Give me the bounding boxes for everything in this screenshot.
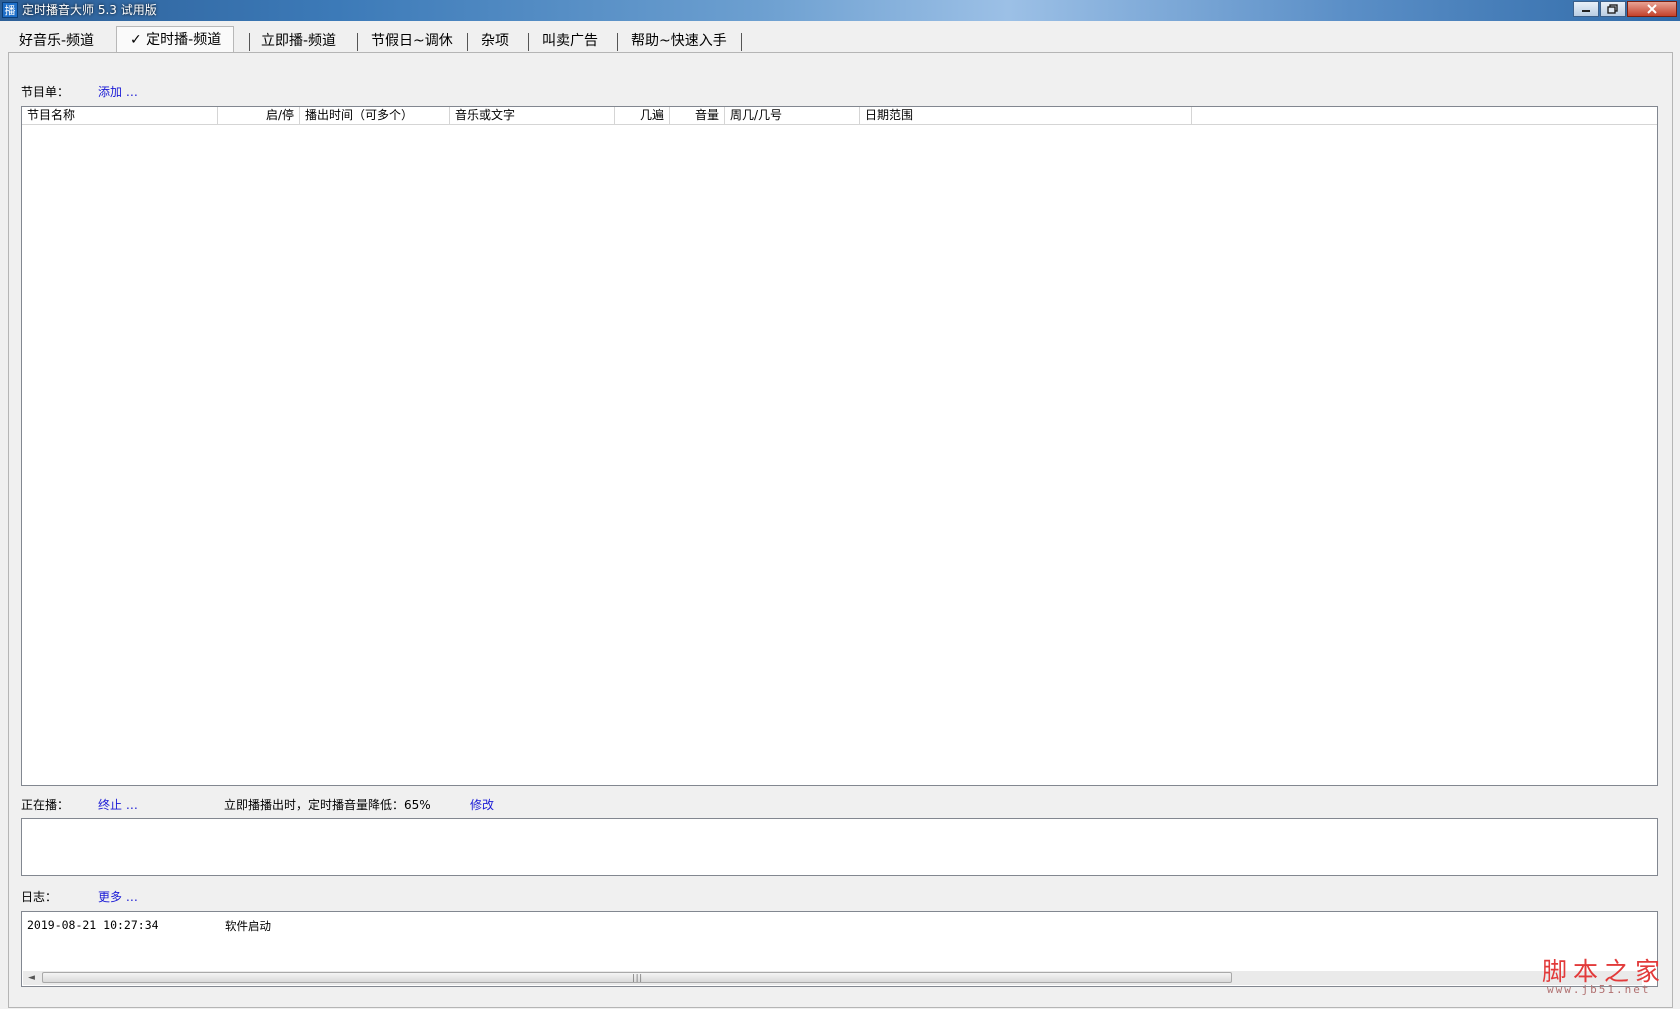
scroll-thumb[interactable]: ||| — [42, 972, 1232, 983]
column-header-volume[interactable]: 音量 — [670, 107, 725, 124]
tab-separator — [357, 33, 358, 51]
watermark-url: www.jb51.net — [1547, 983, 1651, 996]
program-list-label: 节目单： — [21, 85, 70, 99]
log-entry-message: 软件启动 — [225, 919, 271, 933]
modify-link[interactable]: 修改 — [470, 798, 494, 812]
tab-holidays[interactable]: 节假日~调休 — [371, 30, 453, 53]
log-entry-time: 2019-08-21 10:27:34 — [27, 918, 159, 932]
column-header-date-range[interactable]: 日期范围 — [860, 107, 1192, 124]
program-list[interactable]: 节目名称 启/停 播出时间（可多个） 音乐或文字 几遍 音量 周几/几号 日期范… — [21, 106, 1658, 786]
tab-strip: 好音乐-频道 ✓ 定时播-频道 立即播-频道 节假日~调休 杂项 叫卖广告 帮助… — [0, 21, 1680, 55]
tab-separator — [249, 33, 250, 51]
program-list-header: 节目名称 启/停 播出时间（可多个） 音乐或文字 几遍 音量 周几/几号 日期范… — [22, 107, 1657, 125]
tab-separator — [617, 33, 618, 51]
more-log-link[interactable]: 更多 … — [98, 890, 138, 904]
tab-good-music[interactable]: 好音乐-频道 — [19, 30, 94, 53]
tab-misc[interactable]: 杂项 — [481, 30, 509, 53]
restore-icon — [1607, 4, 1618, 14]
close-button[interactable] — [1627, 1, 1677, 17]
scroll-grip-icon: ||| — [632, 973, 644, 982]
restore-button[interactable] — [1600, 1, 1626, 17]
tab-separator — [528, 33, 529, 51]
column-header-content[interactable]: 音乐或文字 — [450, 107, 615, 124]
tab-separator — [741, 33, 742, 51]
minimize-icon — [1582, 10, 1590, 12]
add-program-link[interactable]: 添加 … — [98, 85, 138, 99]
now-playing-label: 正在播： — [21, 798, 70, 812]
title-bar: 播 定时播音大师 5.3 试用版 — [0, 0, 1680, 21]
tab-scheduled-play[interactable]: ✓ 定时播-频道 — [116, 26, 235, 55]
app-icon: 播 — [2, 2, 18, 18]
close-icon — [1647, 4, 1657, 14]
tab-ads[interactable]: 叫卖广告 — [542, 30, 598, 53]
column-header-enabled[interactable]: 启/停 — [218, 107, 300, 124]
tab-instant-play[interactable]: 立即播-频道 — [261, 30, 336, 53]
column-header-air-time[interactable]: 播出时间（可多个） — [300, 107, 450, 124]
log-box[interactable]: 2019-08-21 10:27:34 软件启动 ◄ ||| — [21, 911, 1658, 987]
log-horizontal-scrollbar[interactable]: ◄ ||| — [23, 971, 1642, 985]
stop-link[interactable]: 终止 … — [98, 798, 138, 812]
tab-help[interactable]: 帮助~快速入手 — [631, 30, 727, 53]
column-header-weekday[interactable]: 周几/几号 — [725, 107, 860, 124]
column-header-repeat[interactable]: 几遍 — [615, 107, 670, 124]
tab-separator — [467, 33, 468, 51]
minimize-button[interactable] — [1573, 1, 1599, 17]
log-label: 日志： — [21, 890, 58, 904]
scroll-left-icon[interactable]: ◄ — [23, 971, 40, 985]
volume-duck-info: 立即播播出时，定时播音量降低：65% — [224, 798, 431, 812]
window-title: 定时播音大师 5.3 试用版 — [22, 3, 157, 17]
now-playing-box[interactable] — [21, 818, 1658, 876]
column-header-name[interactable]: 节目名称 — [22, 107, 218, 124]
